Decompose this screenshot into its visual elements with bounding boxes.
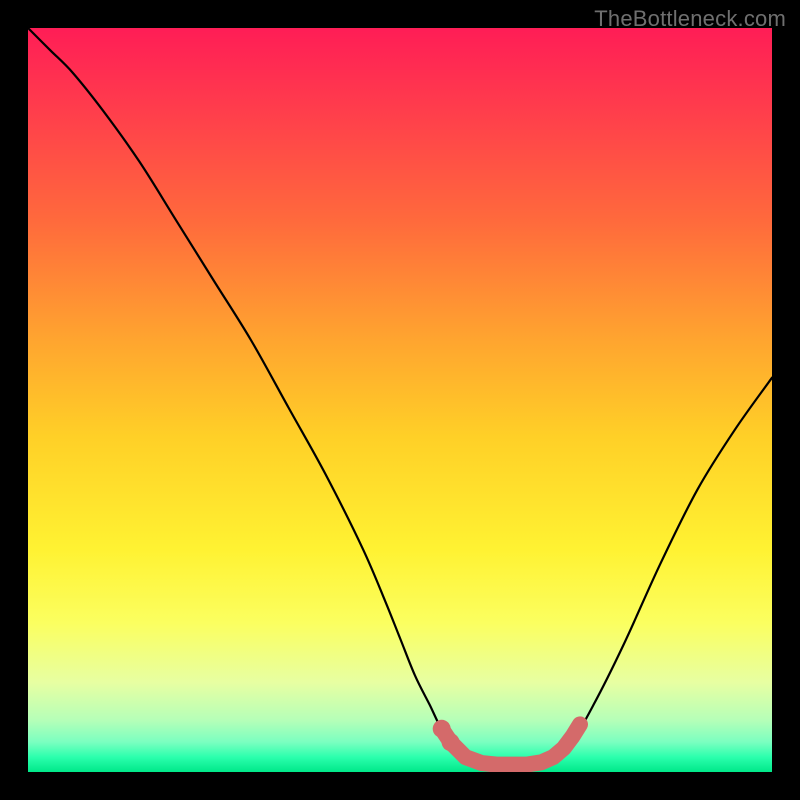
chart-stage: TheBottleneck.com (0, 0, 800, 800)
attribution-label: TheBottleneck.com (594, 6, 786, 32)
optimal-zone-markers (28, 28, 772, 772)
plot-area (28, 28, 772, 772)
optimal-zone-dot (442, 733, 460, 751)
